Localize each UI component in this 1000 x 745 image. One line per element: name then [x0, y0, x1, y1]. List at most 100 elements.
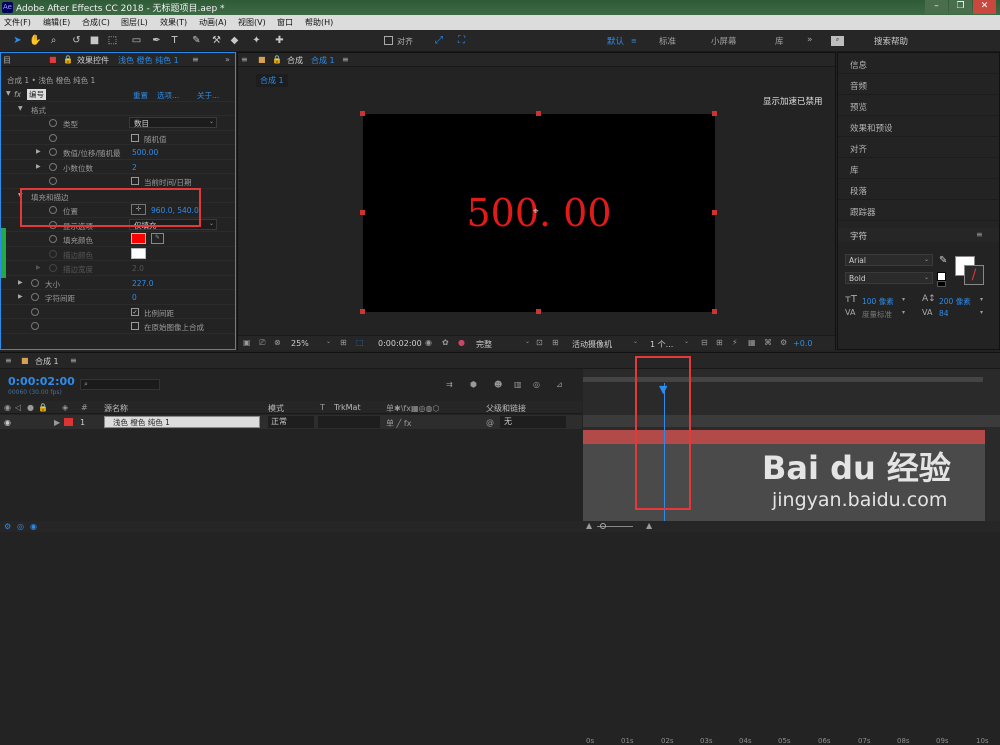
- timeline-tab[interactable]: 合成 1: [35, 356, 59, 367]
- random-checkbox[interactable]: [131, 133, 139, 142]
- camera-select[interactable]: 活动摄像机: [572, 339, 612, 350]
- camera-tool-icon[interactable]: ■: [88, 34, 101, 47]
- lock-icon[interactable]: 🔒: [63, 55, 73, 64]
- proportional-checkbox[interactable]: ✓: [131, 307, 139, 316]
- dropdown-arrow-icon[interactable]: ⌄: [209, 118, 214, 125]
- effects-tab[interactable]: 效果控件: [77, 55, 109, 66]
- snap-option-icon[interactable]: ⤢: [435, 35, 443, 46]
- menu-effect[interactable]: 效果(T): [160, 17, 187, 28]
- format-group-row[interactable]: ▼ 格式: [1, 102, 235, 116]
- hand-tool-icon[interactable]: ✋: [29, 34, 42, 47]
- mode-header[interactable]: 模式: [268, 403, 284, 414]
- minimize-icon[interactable]: –: [925, 0, 948, 14]
- snap-checkbox[interactable]: [384, 36, 393, 45]
- roto-brush-tool-icon[interactable]: ✦: [250, 34, 263, 47]
- reset-exposure-icon[interactable]: ⊞: [716, 338, 723, 347]
- timecode-display[interactable]: 0:00:02:00: [8, 375, 75, 388]
- lock-icon[interactable]: 🔒: [272, 55, 282, 64]
- zoom-out-icon[interactable]: ▲: [586, 521, 592, 530]
- dropdown-arrow-icon[interactable]: ▾: [980, 309, 983, 316]
- eyedropper-icon[interactable]: ✎: [939, 255, 947, 266]
- close-icon[interactable]: ✕: [973, 0, 996, 14]
- audio-icon[interactable]: ◁: [15, 403, 21, 412]
- layer-name[interactable]: 浅色 橙色 纯色 1: [104, 416, 260, 428]
- stopwatch-icon[interactable]: [49, 235, 57, 243]
- snap-feature-icon[interactable]: ⛶: [458, 35, 465, 46]
- handle[interactable]: [712, 111, 717, 116]
- options-link[interactable]: 选项...: [157, 90, 179, 101]
- reset-link[interactable]: 重置: [133, 90, 148, 101]
- frame-blend-icon[interactable]: ▥: [514, 380, 522, 389]
- stopwatch-icon[interactable]: [31, 322, 39, 330]
- workspace-libraries[interactable]: 库: [775, 35, 784, 47]
- eye-icon[interactable]: ◉: [4, 418, 11, 427]
- stopwatch-icon[interactable]: [31, 307, 39, 316]
- dropdown-arrow-icon[interactable]: ⌄: [326, 338, 331, 345]
- eyedropper-icon[interactable]: ✎: [151, 233, 164, 244]
- stopwatch-icon[interactable]: [49, 119, 57, 127]
- parent-header[interactable]: 父级和链接: [486, 403, 526, 414]
- workspace-menu-icon[interactable]: ≡: [631, 37, 637, 45]
- pickwhip-icon[interactable]: @: [486, 418, 494, 427]
- panel-menu-icon[interactable]: ≡: [241, 55, 248, 64]
- menu-file[interactable]: 文件(F): [4, 17, 31, 28]
- pan-behind-tool-icon[interactable]: ⬚: [106, 34, 119, 47]
- handle[interactable]: [712, 210, 717, 215]
- type-dropdown[interactable]: 数目: [129, 117, 217, 128]
- panel-menu-icon[interactable]: 目: [3, 55, 11, 66]
- show-snapshot-icon[interactable]: ✿: [442, 338, 449, 347]
- comp-tab-menu-icon[interactable]: ≡: [342, 55, 349, 64]
- comp-time[interactable]: 0:00:02:00: [378, 339, 422, 348]
- dropdown-arrow-icon[interactable]: ⌄: [633, 338, 638, 345]
- mask-icon[interactable]: ▣: [243, 338, 251, 347]
- tracking-field[interactable]: 0: [132, 293, 137, 302]
- timeline-tab-menu-icon[interactable]: ≡: [70, 356, 77, 365]
- stopwatch-icon[interactable]: [31, 293, 39, 301]
- workspace-standard[interactable]: 标准: [659, 35, 676, 47]
- graph-editor-icon[interactable]: ⊿: [556, 380, 563, 389]
- resolution-select[interactable]: 完整: [476, 339, 492, 350]
- layer-search-input[interactable]: ⌕: [80, 379, 160, 390]
- comp-tab-prefix[interactable]: 合成: [287, 55, 303, 66]
- switches-icon[interactable]: 单✱\fx▦◎◍⬡: [386, 403, 439, 414]
- eraser-tool-icon[interactable]: ◆: [228, 34, 241, 47]
- zoom-tool-icon[interactable]: ⌕: [47, 34, 60, 47]
- dropdown-arrow-icon[interactable]: ⌄: [525, 338, 530, 345]
- region-icon[interactable]: ⬚: [356, 338, 364, 347]
- rotate-tool-icon[interactable]: ↺: [70, 34, 83, 47]
- timeline-icon[interactable]: ▦: [748, 338, 756, 347]
- monitor-icon[interactable]: ⎚: [259, 338, 265, 348]
- about-link[interactable]: 关于...: [197, 90, 219, 101]
- toggle-pixel-icon[interactable]: ⊟: [701, 338, 708, 347]
- layer-mode-select[interactable]: 正常: [268, 416, 314, 428]
- expand-icon[interactable]: ▼: [6, 90, 11, 97]
- brush-tool-icon[interactable]: ✎: [190, 34, 203, 47]
- effects-tab-menu-icon[interactable]: ≡: [192, 55, 199, 64]
- expand-icon[interactable]: ▶: [54, 418, 60, 427]
- font-family-select[interactable]: Arial: [845, 254, 933, 266]
- menu-help[interactable]: 帮助(H): [305, 17, 333, 28]
- puppet-tool-icon[interactable]: ✚: [273, 34, 286, 47]
- solo-icon[interactable]: ●: [27, 403, 34, 412]
- stopwatch-icon[interactable]: [49, 177, 57, 185]
- roi-icon[interactable]: ⊡: [536, 338, 543, 347]
- fill-color-swatch[interactable]: [131, 233, 146, 244]
- menu-composition[interactable]: 合成(C): [82, 17, 110, 28]
- grid-icon[interactable]: ⊞: [552, 338, 559, 347]
- label-icon[interactable]: ◈: [62, 403, 68, 412]
- black-swatch[interactable]: [937, 281, 946, 287]
- tracking-field[interactable]: 84: [939, 309, 949, 318]
- exposure-value[interactable]: +0.0: [793, 339, 812, 348]
- layer-row[interactable]: ◉ ▶ 1 浅色 橙色 纯色 1 正常 单 ╱ fx @ 无: [0, 415, 582, 429]
- search-help-input[interactable]: 搜索帮助: [848, 35, 994, 47]
- stroke-color-box[interactable]: /: [964, 265, 984, 285]
- handle[interactable]: [360, 111, 365, 116]
- dropdown-arrow-icon[interactable]: ⌄: [924, 256, 929, 263]
- audio-panel[interactable]: 音频: [838, 74, 998, 95]
- switches-row-icon[interactable]: 单 ╱ fx: [386, 418, 411, 429]
- leading-field[interactable]: 200 像素: [939, 296, 971, 307]
- exposure-icon[interactable]: ⚙: [780, 338, 787, 347]
- expand-icon[interactable]: ▶: [18, 293, 23, 300]
- info-panel[interactable]: 信息: [838, 53, 998, 74]
- paragraph-panel[interactable]: 段落: [838, 179, 998, 200]
